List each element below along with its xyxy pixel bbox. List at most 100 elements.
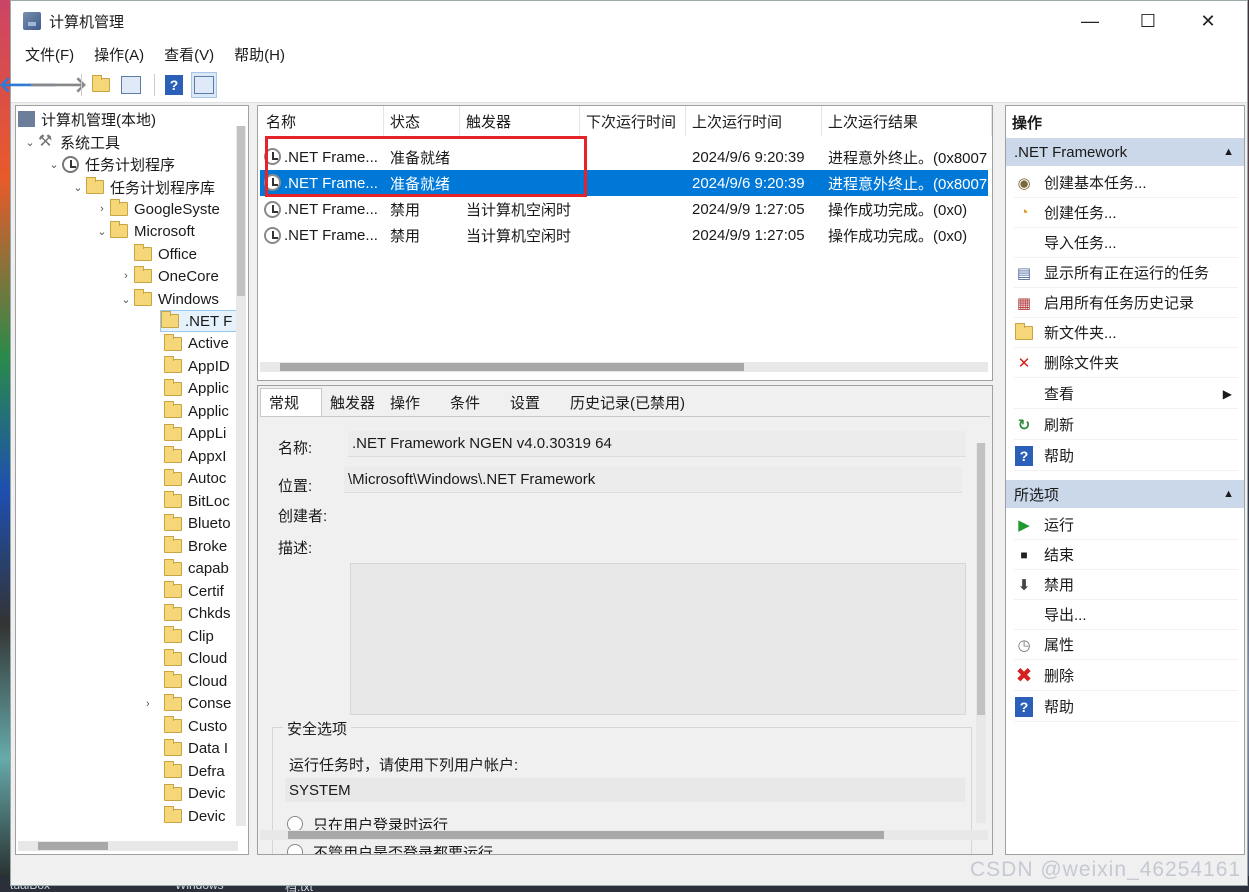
tree-node-folder[interactable]: Blueto xyxy=(164,513,231,535)
tree-node-folder[interactable]: Devic xyxy=(164,805,226,827)
help-action-selected[interactable]: ? 帮助 xyxy=(1014,692,1238,722)
actions-section-net-framework[interactable]: .NET Framework ▲ xyxy=(1006,138,1244,166)
chevron-down-icon[interactable]: ⌄ xyxy=(118,293,134,306)
description-field[interactable] xyxy=(350,563,966,715)
column-header-next-run[interactable]: 下次运行时间 xyxy=(580,106,686,136)
show-running-tasks-action[interactable]: ▤ 显示所有正在运行的任务 xyxy=(1014,258,1238,288)
properties-action[interactable]: ◷ 属性 xyxy=(1014,630,1238,660)
disable-action[interactable]: ⬇ 禁用 xyxy=(1014,570,1238,600)
tree-node-folder[interactable]: .NET F xyxy=(160,310,238,332)
new-folder-action[interactable]: 新文件夹... xyxy=(1014,318,1238,348)
scrollbar-thumb[interactable] xyxy=(237,126,245,296)
tree-node-task-library[interactable]: ⌄ 任务计划程序库 xyxy=(70,176,215,198)
end-action[interactable]: ■ 结束 xyxy=(1014,540,1238,570)
tree-node-folder[interactable]: › Conse xyxy=(146,693,231,715)
show-action-pane-icon[interactable] xyxy=(191,71,217,98)
tree-node-folder[interactable]: Cloud xyxy=(164,670,227,692)
chevron-right-icon[interactable]: › xyxy=(94,203,110,215)
column-header-trigger[interactable]: 触发器 xyxy=(460,106,580,136)
chevron-down-icon[interactable]: ⌄ xyxy=(46,158,62,171)
scrollbar-thumb[interactable] xyxy=(288,831,884,839)
menu-view[interactable]: 查看(V) xyxy=(154,44,224,65)
collapse-triangle-icon[interactable]: ▲ xyxy=(1223,146,1234,158)
scrollbar-thumb[interactable] xyxy=(38,842,108,850)
scrollbar-thumb[interactable] xyxy=(977,443,985,715)
tree-node-folder[interactable]: Certif xyxy=(164,580,224,602)
run-action[interactable]: ▶ 运行 xyxy=(1014,510,1238,540)
column-header-name[interactable]: 名称 xyxy=(260,106,384,136)
import-task-action[interactable]: 导入任务... xyxy=(1014,228,1238,258)
actions-section-selected[interactable]: 所选项 ▲ xyxy=(1006,480,1244,508)
tree-node-google[interactable]: › GoogleSyste xyxy=(94,198,220,220)
tree-node-folder[interactable]: Applic xyxy=(164,400,229,422)
title-bar[interactable]: 计算机管理 — ☐ ✕ xyxy=(11,1,1247,41)
up-folder-icon[interactable] xyxy=(88,72,114,98)
tree-node-folder[interactable]: Devic xyxy=(164,783,226,805)
tree-node-folder[interactable]: Defra xyxy=(164,760,225,782)
column-header-last-result[interactable]: 上次运行结果 xyxy=(822,106,992,136)
tree-node-folder[interactable]: Active xyxy=(164,333,229,355)
tree-node-folder[interactable]: Applic xyxy=(164,378,229,400)
list-horizontal-scrollbar[interactable] xyxy=(260,362,988,372)
tree-node-windows[interactable]: ⌄ Windows xyxy=(118,288,219,310)
tree-node-office[interactable]: Office xyxy=(118,243,197,265)
tree-horizontal-scrollbar[interactable] xyxy=(18,841,238,851)
tree-node-folder[interactable]: BitLoc xyxy=(164,490,230,512)
refresh-action[interactable]: ↻ 刷新 xyxy=(1014,410,1238,440)
task-name-field[interactable]: .NET Framework NGEN v4.0.30319 64 xyxy=(348,431,966,457)
chevron-right-icon[interactable]: › xyxy=(146,698,150,710)
collapse-triangle-icon[interactable]: ▲ xyxy=(1223,488,1234,500)
maximize-button[interactable]: ☐ xyxy=(1119,1,1177,41)
chevron-down-icon[interactable]: ⌄ xyxy=(94,225,110,238)
tree-vertical-scrollbar[interactable] xyxy=(236,126,246,826)
enable-history-action[interactable]: ▦ 启用所有任务历史记录 xyxy=(1014,288,1238,318)
tree-node-folder[interactable]: Clip xyxy=(164,625,214,647)
detail-horizontal-scrollbar[interactable] xyxy=(260,830,988,840)
close-button[interactable]: ✕ xyxy=(1179,1,1237,41)
export-action[interactable]: 导出... xyxy=(1014,600,1238,630)
tab-settings[interactable]: 设置 xyxy=(502,388,548,416)
minimize-button[interactable]: — xyxy=(1061,1,1119,41)
create-basic-task-action[interactable]: ◉ 创建基本任务... xyxy=(1014,168,1238,198)
delete-action[interactable]: ✖ 删除 xyxy=(1014,661,1238,691)
help-action[interactable]: ? 帮助 xyxy=(1014,441,1238,471)
tree-node-system-tools[interactable]: ⌄ ⚒ 系统工具 xyxy=(22,131,120,153)
tree-node-folder[interactable]: AppID xyxy=(164,355,230,377)
tree-node-folder[interactable]: capab xyxy=(164,558,229,580)
tree-node-folder[interactable]: Broke xyxy=(164,535,227,557)
tree-node-folder[interactable]: Custo xyxy=(164,715,227,737)
delete-folder-action[interactable]: ✕ 删除文件夹 xyxy=(1014,348,1238,378)
create-task-action[interactable]: ◔ 创建任务... xyxy=(1014,198,1238,228)
show-hide-tree-icon[interactable] xyxy=(118,72,144,98)
column-header-status[interactable]: 状态 xyxy=(384,106,460,136)
help-icon[interactable]: ? xyxy=(161,72,187,98)
tab-general[interactable]: 常规 xyxy=(260,388,322,416)
task-row[interactable]: .NET Frame... 禁用 当计算机空闲时 2024/9/9 1:27:05 操作… xyxy=(260,197,988,223)
tree-node-microsoft[interactable]: ⌄ Microsoft xyxy=(94,220,195,242)
tree-node-folder[interactable]: Cloud xyxy=(164,648,227,670)
tree-node-folder[interactable]: Chkds xyxy=(164,603,231,625)
run-as-account-field[interactable]: SYSTEM xyxy=(285,778,965,802)
scrollbar-thumb[interactable] xyxy=(280,363,744,371)
tab-triggers[interactable]: 触发器 xyxy=(322,388,383,416)
tree-node-folder[interactable]: Autoc xyxy=(164,468,226,490)
task-location-field[interactable]: \Microsoft\Windows\.NET Framework xyxy=(344,467,962,493)
menu-help[interactable]: 帮助(H) xyxy=(224,44,295,65)
column-header-last-run[interactable]: 上次运行时间 xyxy=(686,106,822,136)
tab-history[interactable]: 历史记录(已禁用) xyxy=(562,388,693,416)
tree-node-root[interactable]: 计算机管理(本地) xyxy=(18,108,156,130)
forward-arrow-icon[interactable]: 🡒 xyxy=(29,72,88,98)
tree-node-folder[interactable]: Data I xyxy=(164,738,228,760)
tree-node-task-scheduler[interactable]: ⌄ 任务计划程序 xyxy=(46,153,175,175)
tree-node-folder[interactable]: AppLi xyxy=(164,423,226,445)
tab-actions[interactable]: 操作 xyxy=(382,388,428,416)
radio-run-whether-logged-on[interactable] xyxy=(287,844,303,854)
detail-vertical-scrollbar[interactable] xyxy=(976,443,986,823)
menu-action[interactable]: 操作(A) xyxy=(84,44,154,65)
chevron-down-icon[interactable]: ⌄ xyxy=(70,181,86,194)
tree-node-onecore[interactable]: › OneCore xyxy=(118,265,219,287)
task-row[interactable]: .NET Frame... 禁用 当计算机空闲时 2024/9/9 1:27:05 操作… xyxy=(260,223,988,249)
tab-conditions[interactable]: 条件 xyxy=(442,388,488,416)
chevron-down-icon[interactable]: ⌄ xyxy=(22,136,38,149)
menu-file[interactable]: 文件(F) xyxy=(15,44,84,65)
